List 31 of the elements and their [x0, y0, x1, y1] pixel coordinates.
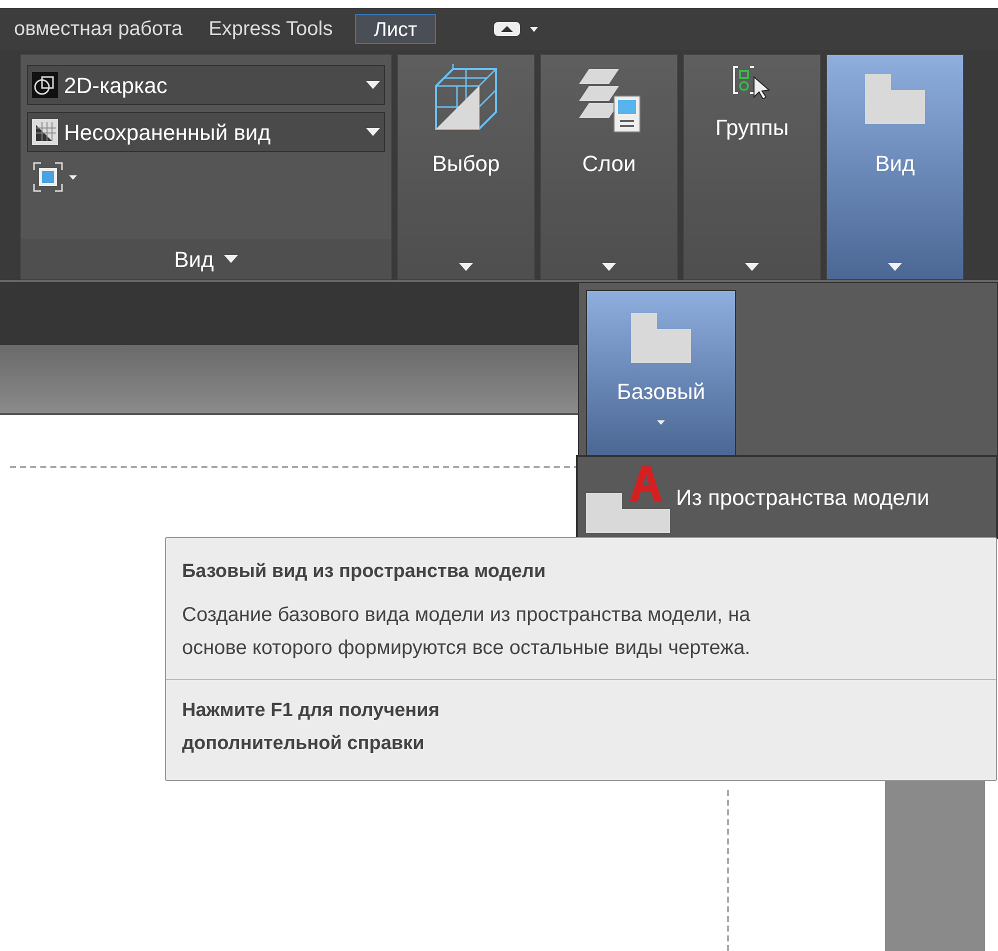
tooltip-help-text: Нажмите F1 для получения: [182, 698, 440, 722]
caret-icon: [459, 263, 473, 271]
caret-icon: [69, 174, 77, 180]
caret-icon: [366, 81, 380, 89]
base-view-button[interactable]: Базовый: [586, 290, 736, 456]
ribbon-large-button[interactable]: Слои: [540, 54, 678, 280]
caret-icon: [224, 255, 238, 263]
caret-icon: [366, 128, 380, 136]
tooltip-description: Создание базового вида модели из пространства модели, на основе которого формируются все остальные виды чертежа.: [182, 602, 752, 660]
viewport-cube-icon: [33, 162, 63, 192]
ribbon-tab[interactable]: овместная работа: [10, 14, 187, 44]
view-shape-icon: [630, 313, 692, 363]
tooltip-help-text: дополнительной справки: [182, 732, 426, 756]
caret-icon: [657, 420, 665, 425]
ribbon-large-button[interactable]: Вид: [826, 54, 964, 280]
ribbon-tab[interactable]: Express Tools: [204, 14, 337, 44]
caret-icon: [888, 263, 902, 271]
tooltip-title: Базовый вид из пространства модели: [182, 560, 547, 584]
ribbon-large-button[interactable]: Выбор: [397, 54, 535, 280]
ribbon-tab[interactable]: Лист: [354, 14, 436, 44]
menu-item[interactable]: Из пространства модели: [576, 455, 998, 539]
caret-icon: [602, 263, 616, 271]
caret-icon: [745, 263, 759, 271]
overlapping-squares-icon: [32, 72, 58, 98]
group-select-icon: [732, 65, 772, 99]
named-view-dropdown[interactable]: Несохраненный вид: [27, 112, 385, 152]
view-grid-icon: [32, 119, 58, 145]
ribbon-large-button[interactable]: Группы: [683, 54, 821, 280]
view-panel-footer[interactable]: Вид: [21, 239, 391, 279]
visual-style-dropdown[interactable]: 2D-каркас: [27, 65, 385, 105]
view-shape-icon: [865, 74, 925, 124]
